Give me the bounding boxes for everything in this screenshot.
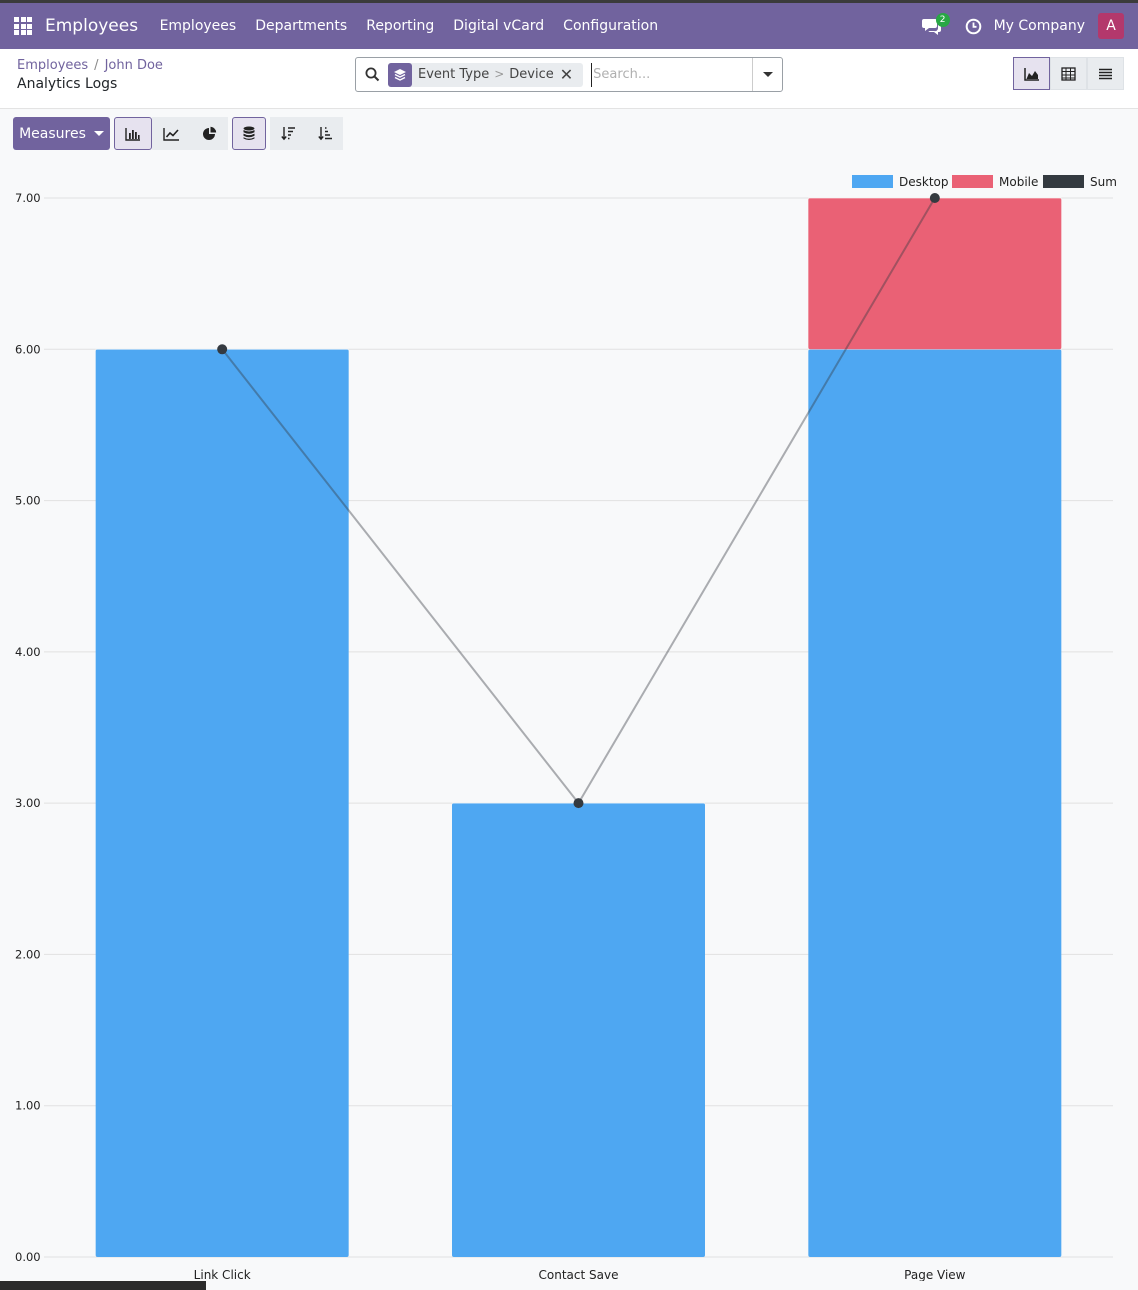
x-tick-label: Link Click bbox=[194, 1268, 251, 1281]
y-tick-label: 5.00 bbox=[15, 494, 41, 508]
view-switcher bbox=[1013, 57, 1124, 90]
facet-group-device: Device bbox=[509, 67, 554, 82]
breadcrumb-john-doe[interactable]: John Doe bbox=[105, 58, 163, 73]
company-switcher[interactable]: My Company bbox=[994, 18, 1085, 34]
pie-chart-icon bbox=[202, 126, 216, 140]
page-title: Analytics Logs bbox=[17, 76, 118, 92]
bar-desktop bbox=[95, 349, 349, 1257]
sum-point bbox=[573, 798, 584, 809]
app-brand[interactable]: Employees bbox=[45, 16, 138, 36]
bar-mobile bbox=[808, 198, 1062, 350]
menu-employees[interactable]: Employees bbox=[150, 18, 246, 34]
chevron-down-icon bbox=[93, 131, 104, 136]
legend-label: Sum bbox=[1090, 175, 1117, 189]
measures-button[interactable]: Measures bbox=[13, 117, 110, 150]
y-tick-label: 1.00 bbox=[15, 1099, 41, 1113]
list-view-button[interactable] bbox=[1087, 57, 1124, 90]
pivot-view-button[interactable] bbox=[1050, 57, 1087, 90]
search-facet-groupby: Event Type > Device ✕ bbox=[388, 62, 584, 87]
y-tick-label: 7.00 bbox=[15, 191, 41, 205]
breadcrumb-separator: / bbox=[94, 58, 99, 73]
messages-button[interactable]: 2 bbox=[918, 12, 950, 40]
status-tooltip-strip bbox=[0, 1281, 206, 1290]
bar-desktop bbox=[452, 803, 705, 1257]
activity-button[interactable] bbox=[960, 12, 988, 40]
area-chart-icon bbox=[1023, 67, 1039, 81]
sort-descending-button[interactable] bbox=[270, 117, 307, 150]
top-navbar: Employees Employees Departments Reportin… bbox=[0, 3, 1138, 49]
menu-digital-vcard[interactable]: Digital vCard bbox=[444, 18, 554, 34]
graph-toolbar: Measures bbox=[13, 117, 347, 150]
search-icon[interactable] bbox=[356, 58, 388, 91]
chart-type-group bbox=[114, 117, 228, 150]
y-tick-label: 4.00 bbox=[15, 645, 41, 659]
y-tick-label: 2.00 bbox=[15, 947, 41, 961]
facet-separator: > bbox=[494, 67, 505, 81]
graph-view-button[interactable] bbox=[1013, 57, 1050, 90]
sum-point bbox=[929, 193, 940, 203]
y-tick-label: 6.00 bbox=[15, 342, 41, 356]
sort-ascending-icon bbox=[317, 127, 332, 141]
search-options-toggle[interactable] bbox=[752, 58, 782, 91]
search-input[interactable] bbox=[591, 62, 762, 87]
layers-icon bbox=[388, 62, 412, 87]
menu-configuration[interactable]: Configuration bbox=[554, 18, 668, 34]
y-tick-label: 0.00 bbox=[15, 1250, 41, 1264]
sort-group bbox=[270, 117, 343, 150]
user-avatar[interactable]: A bbox=[1098, 13, 1124, 39]
clock-icon bbox=[965, 18, 982, 34]
menu-reporting[interactable]: Reporting bbox=[357, 18, 444, 34]
legend-swatch bbox=[852, 175, 893, 188]
bar-chart-button[interactable] bbox=[114, 117, 152, 150]
search-bar: Event Type > Device ✕ bbox=[355, 57, 783, 92]
stacked-group bbox=[232, 117, 266, 150]
database-icon bbox=[243, 126, 255, 140]
menu-departments[interactable]: Departments bbox=[246, 18, 357, 34]
x-tick-label: Page View bbox=[904, 1268, 966, 1281]
bar-chart: 0.00 1.00 2.00 3.00 4.00 5.00 6.00 7.00 Link Cli… bbox=[15, 175, 1117, 1281]
facet-group-event-type: Event Type bbox=[418, 67, 490, 82]
messages-count-badge: 2 bbox=[935, 13, 950, 27]
navbar-systray: 2 My Company A bbox=[918, 3, 1124, 49]
bar-desktop bbox=[808, 349, 1062, 1257]
pie-chart-button[interactable] bbox=[190, 117, 228, 150]
facet-label: Event Type > Device bbox=[412, 67, 560, 82]
apps-grid-icon[interactable] bbox=[0, 3, 46, 49]
chevron-down-icon bbox=[762, 72, 773, 77]
breadcrumb-employees[interactable]: Employees bbox=[17, 58, 88, 73]
measures-label: Measures bbox=[19, 125, 86, 142]
legend-label: Desktop bbox=[899, 175, 949, 189]
breadcrumb: Employees / John Doe bbox=[17, 58, 163, 73]
close-icon[interactable]: ✕ bbox=[560, 65, 583, 84]
list-icon bbox=[1099, 68, 1112, 79]
y-tick-label: 3.00 bbox=[15, 796, 41, 810]
bar-chart-icon bbox=[125, 127, 140, 141]
sort-ascending-button[interactable] bbox=[307, 117, 343, 150]
legend-swatch bbox=[1043, 175, 1084, 188]
control-panel: Employees / John Doe Analytics Logs Event … bbox=[0, 49, 1138, 109]
stacked-toggle-button[interactable] bbox=[232, 117, 266, 150]
line-chart-icon bbox=[162, 127, 179, 141]
legend-label: Mobile bbox=[999, 175, 1038, 189]
table-icon bbox=[1061, 66, 1076, 81]
line-chart-button[interactable] bbox=[152, 117, 190, 150]
x-tick-label: Contact Save bbox=[539, 1268, 619, 1281]
sum-point bbox=[217, 344, 228, 355]
legend-swatch bbox=[952, 175, 993, 188]
sort-descending-icon bbox=[281, 127, 295, 141]
